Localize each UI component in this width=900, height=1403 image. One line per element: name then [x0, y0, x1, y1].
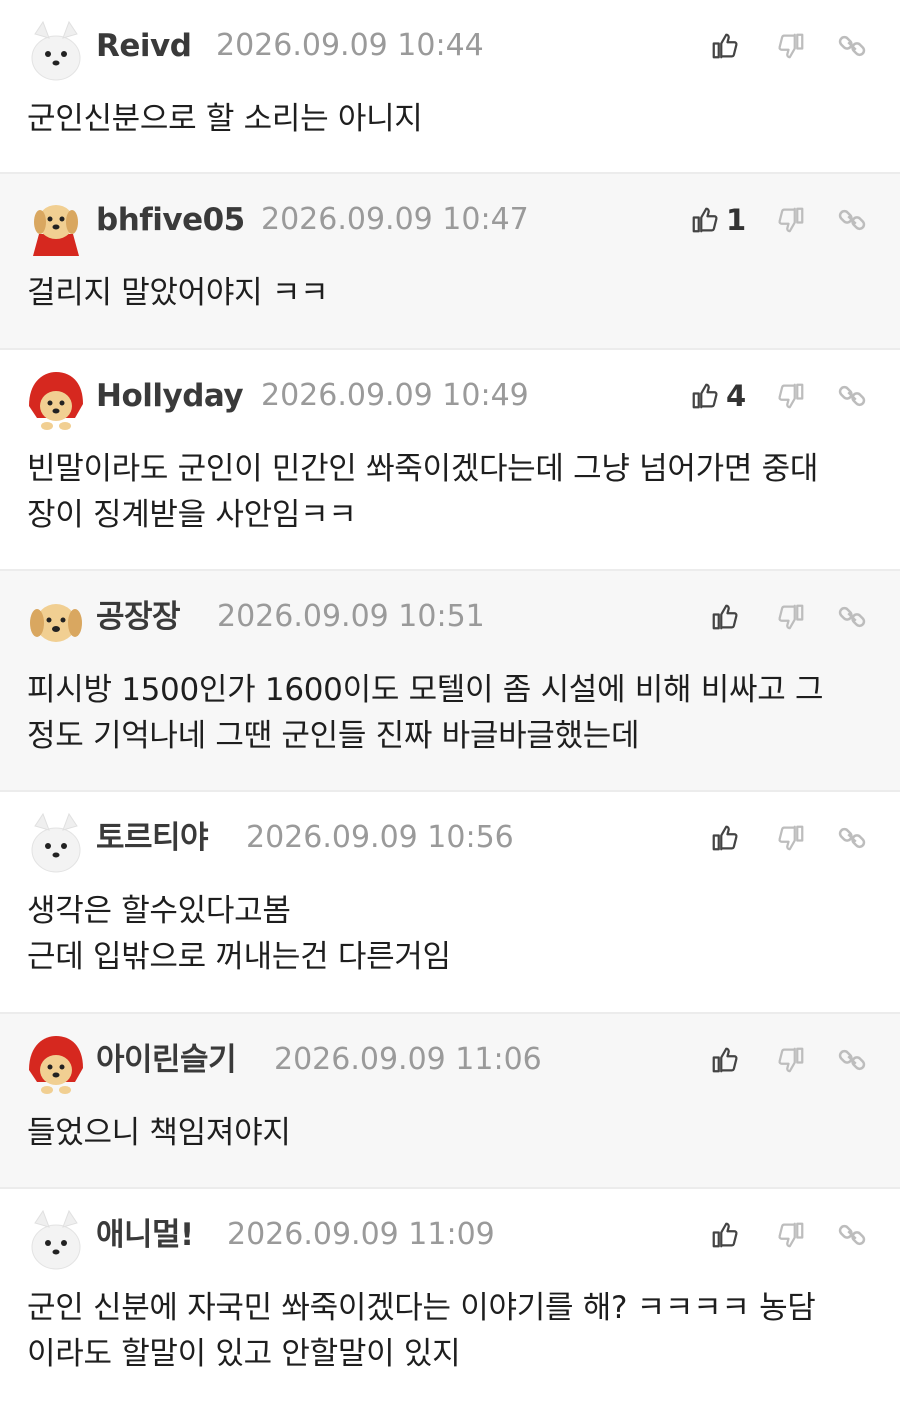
comment-item: bhfive05 2026.09.09 10:47 1 걸리지 말았어야지 ㅋㅋ: [0, 174, 900, 350]
comment-timestamp: 2026.09.09 11:06: [274, 1042, 542, 1077]
dislike-button[interactable]: [771, 597, 811, 637]
link-icon: [837, 381, 867, 411]
like-button[interactable]: [710, 818, 740, 858]
comment-item: 토르티야 2026.09.09 10:56 생각은 할수있다고봄 근데 입밖으로…: [0, 792, 900, 1014]
comment-item: 아이린슬기 2026.09.09 11:06 들었으니 책임져야지: [0, 1014, 900, 1189]
copy-link-button[interactable]: [832, 597, 872, 637]
like-count: 4: [726, 379, 747, 413]
comment-text: 걸리지 말았어야지 ㅋㅋ: [27, 275, 329, 311]
like-button[interactable]: 1: [690, 200, 746, 240]
white-dog-avatar[interactable]: [25, 1209, 87, 1271]
thumbs-up-icon: [690, 381, 720, 411]
thumbs-down-icon: [776, 602, 806, 632]
thumbs-down-icon: [776, 1220, 806, 1250]
white-dog-avatar[interactable]: [25, 20, 87, 82]
link-icon: [837, 602, 867, 632]
comment-timestamp: 2026.09.09 10:56: [246, 820, 514, 855]
like-button[interactable]: [710, 1215, 740, 1255]
comment-item: Hollyday 2026.09.09 10:49 4 빈말이라도 군인이 민간…: [0, 350, 900, 571]
comment-text: 빈말이라도 군인이 민간인 쏴죽이겠다는데 그냥 넘어가면 중대 장이 징계받을…: [27, 451, 819, 533]
comment-author[interactable]: bhfive05: [96, 198, 245, 242]
comment-timestamp: 2026.09.09 11:09: [227, 1217, 495, 1252]
comment-item: 공장장 2026.09.09 10:51 피시방 1500인가 1600이도 모…: [0, 571, 900, 792]
thumbs-up-icon: [710, 1220, 740, 1250]
comment-timestamp: 2026.09.09 10:51: [217, 599, 485, 634]
link-icon: [837, 1220, 867, 1250]
comment-text: 생각은 할수있다고봄 근데 입밖으로 꺼내는건 다른거임: [27, 893, 451, 975]
comment-item: 애니멀! 2026.09.09 11:09 군인 신분에 자국민 쏴죽이겠다는 …: [0, 1189, 900, 1403]
like-button[interactable]: [710, 597, 740, 637]
copy-link-button[interactable]: [832, 376, 872, 416]
dislike-button[interactable]: [771, 376, 811, 416]
comment-author[interactable]: Reivd: [96, 24, 192, 68]
thumbs-down-icon: [776, 31, 806, 61]
puppy-red-hood-avatar[interactable]: [25, 1034, 87, 1096]
dislike-button[interactable]: [771, 1040, 811, 1080]
puppy-red-cape-avatar[interactable]: [25, 194, 87, 256]
dislike-button[interactable]: [771, 200, 811, 240]
dislike-button[interactable]: [771, 1215, 811, 1255]
comment-text: 들었으니 책임져야지: [27, 1115, 291, 1151]
link-icon: [837, 31, 867, 61]
comment-author[interactable]: 아이린슬기: [96, 1038, 237, 1082]
comment-timestamp: 2026.09.09 10:44: [216, 28, 484, 63]
dislike-button[interactable]: [771, 26, 811, 66]
like-count: 1: [726, 203, 747, 237]
comment-item: Reivd 2026.09.09 10:44 군인신분으로 할 소리는 아니지: [0, 0, 900, 174]
thumbs-down-icon: [776, 205, 806, 235]
copy-link-button[interactable]: [832, 1215, 872, 1255]
comment-author[interactable]: 애니멀!: [96, 1213, 194, 1257]
thumbs-down-icon: [776, 381, 806, 411]
comment-text: 피시방 1500인가 1600이도 모텔이 좀 시설에 비해 비싸고 그 정도 …: [27, 672, 824, 754]
copy-link-button[interactable]: [832, 818, 872, 858]
comment-list: Reivd 2026.09.09 10:44 군인신분으로 할 소리는 아니지 …: [0, 0, 900, 1403]
dislike-button[interactable]: [771, 818, 811, 858]
comment-text: 군인신분으로 할 소리는 아니지: [27, 101, 423, 137]
comment-timestamp: 2026.09.09 10:49: [261, 378, 529, 413]
link-icon: [837, 1045, 867, 1075]
puppy-red-hood-avatar[interactable]: [25, 370, 87, 432]
thumbs-down-icon: [776, 823, 806, 853]
thumbs-down-icon: [776, 1045, 806, 1075]
like-button[interactable]: [710, 26, 740, 66]
like-button[interactable]: 4: [690, 376, 746, 416]
like-button[interactable]: [710, 1040, 740, 1080]
copy-link-button[interactable]: [832, 1040, 872, 1080]
copy-link-button[interactable]: [832, 26, 872, 66]
comment-author[interactable]: 공장장: [96, 595, 181, 639]
comment-author[interactable]: Hollyday: [96, 374, 244, 418]
link-icon: [837, 205, 867, 235]
copy-link-button[interactable]: [832, 200, 872, 240]
thumbs-up-icon: [710, 602, 740, 632]
thumbs-up-icon: [710, 31, 740, 61]
comment-timestamp: 2026.09.09 10:47: [261, 202, 529, 237]
puppy-avatar[interactable]: [25, 591, 87, 653]
comment-author[interactable]: 토르티야: [96, 816, 209, 860]
comment-text: 군인 신분에 자국민 쏴죽이겠다는 이야기를 해? ㅋㅋㅋㅋ 농담 이라도 할말…: [27, 1290, 816, 1372]
thumbs-up-icon: [690, 205, 720, 235]
link-icon: [837, 823, 867, 853]
thumbs-up-icon: [710, 823, 740, 853]
white-dog-avatar[interactable]: [25, 812, 87, 874]
thumbs-up-icon: [710, 1045, 740, 1075]
